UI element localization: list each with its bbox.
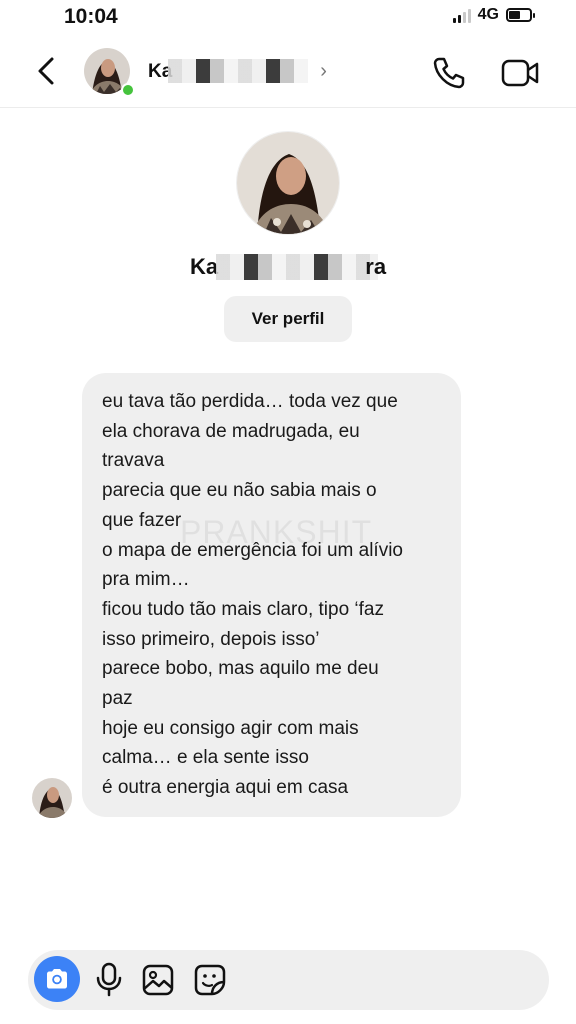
message-line: ela chorava de madrugada, eu: [102, 420, 360, 442]
video-camera-icon: [501, 59, 539, 87]
profile-name: Ka ra: [0, 254, 576, 280]
watermark: PRANKSHIT: [180, 514, 373, 550]
profile-name-text: Ka ra: [190, 254, 386, 280]
chevron-right-icon: ›: [320, 60, 327, 82]
online-status-dot: [121, 83, 135, 97]
name-redaction: [168, 58, 308, 83]
message-line: paz: [102, 688, 133, 710]
microphone-icon: [96, 962, 122, 997]
contact-name-link[interactable]: Ka ›: [148, 58, 327, 83]
message-line: pra mim…: [102, 569, 190, 591]
back-chevron-icon: [38, 57, 54, 85]
signal-icon: [452, 7, 471, 23]
status-bar: 10:04 4G: [0, 0, 576, 34]
camera-button[interactable]: [34, 956, 80, 1002]
message-line: é outra energia aqui em casa: [102, 777, 349, 799]
view-profile-button[interactable]: Ver perfil: [224, 296, 352, 342]
message-line: isso primeiro, depois isso’: [102, 628, 320, 650]
message-line: ficou tudo tão mais claro, tipo ‘faz: [102, 598, 384, 620]
battery-icon: [506, 8, 535, 22]
sticker-icon: [194, 964, 226, 996]
camera-icon: [47, 969, 67, 989]
gallery-icon: [142, 964, 174, 996]
contact-name: Ka: [148, 58, 314, 83]
gallery-button[interactable]: [140, 962, 176, 998]
message-line: travava: [102, 450, 165, 472]
avatar-photo: [32, 778, 72, 818]
video-call-button[interactable]: [500, 56, 540, 90]
message-avatar[interactable]: [32, 778, 72, 818]
message-composer[interactable]: [28, 950, 549, 1010]
message-line: calma… e ela sente isso: [102, 747, 309, 769]
sticker-button[interactable]: [192, 962, 228, 998]
message-line: parecia que eu não sabia mais o: [102, 480, 377, 502]
profile-photo: [237, 132, 339, 234]
network-label: 4G: [477, 6, 499, 23]
profile-avatar[interactable]: [236, 131, 340, 235]
message-bubble[interactable]: eu tava tão perdida… toda vez que ela cho…: [82, 373, 461, 817]
chat-header: Ka ›: [0, 40, 576, 108]
phone-icon: [433, 57, 465, 89]
status-time: 10:04: [64, 5, 118, 28]
profile-name-prefix: Ka: [189, 254, 219, 279]
back-button[interactable]: [30, 54, 64, 88]
microphone-button[interactable]: [94, 961, 124, 997]
message-line: hoje eu consigo agir com mais: [102, 717, 359, 739]
status-indicators: 4G: [452, 6, 535, 24]
message-line: parece bobo, mas aquilo me deu: [102, 658, 379, 680]
message-line: eu tava tão perdida… toda vez que: [102, 391, 398, 412]
profile-name-suffix: ra: [365, 254, 387, 279]
voice-call-button[interactable]: [430, 54, 468, 92]
profile-name-redaction: [215, 254, 378, 280]
